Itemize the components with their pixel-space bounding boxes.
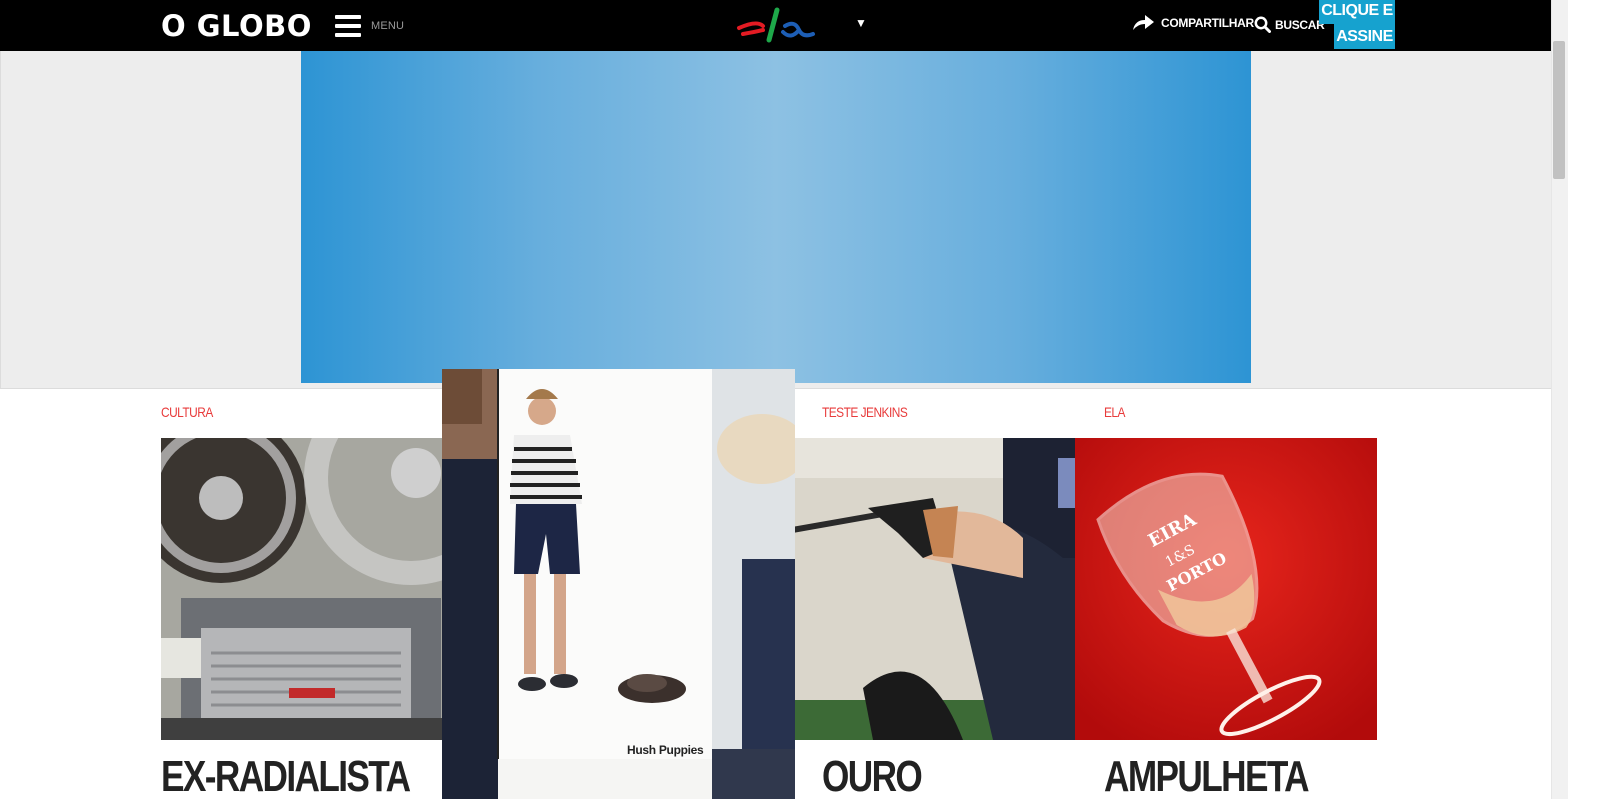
subscribe-line-1: CLIQUE E — [1319, 0, 1395, 24]
menu-button[interactable]: MENU — [335, 13, 404, 39]
search-label: BUSCAR — [1275, 17, 1325, 32]
subscribe-button[interactable]: CLIQUE E ASSINE — [1319, 0, 1395, 50]
share-button[interactable]: COMPARTILHAR — [1131, 14, 1254, 32]
article-headline[interactable]: AMPULHETA — [1104, 752, 1310, 799]
shooter-image[interactable] — [773, 438, 1075, 740]
article-section-label[interactable]: ELA — [1104, 404, 1125, 420]
site-logo[interactable]: O GLOBO — [161, 8, 312, 44]
hamburger-icon — [335, 15, 361, 37]
menu-label: MENU — [371, 20, 405, 32]
share-label: COMPARTILHAR — [1161, 16, 1254, 30]
article-headline[interactable]: OURO — [822, 752, 923, 799]
article-headline[interactable]: EX-RADIALISTA — [161, 752, 411, 799]
top-bar: O GLOBO MENU ▼ COMPARTILHAR BUSCAR CLIQU… — [0, 0, 1551, 51]
tape-recorder-image[interactable] — [161, 438, 463, 740]
article-section-label[interactable]: TESTE JENKINS — [822, 404, 908, 420]
search-button[interactable]: BUSCAR — [1254, 16, 1325, 33]
article-section-label[interactable]: CULTURA — [161, 404, 213, 420]
ela-section-logo[interactable] — [733, 4, 823, 46]
subscribe-line-2: ASSINE — [1334, 24, 1395, 49]
scrollbar-thumb[interactable] — [1553, 41, 1565, 179]
floating-ad[interactable]: Hush Puppies — [442, 369, 795, 799]
ad-banner[interactable] — [301, 51, 1251, 383]
wine-glass-image[interactable]: EIRA 1&S PORTO — [1075, 438, 1377, 740]
ad-brand-label: Hush Puppies — [627, 743, 704, 757]
search-icon — [1254, 16, 1271, 33]
section-dropdown-icon[interactable]: ▼ — [855, 16, 867, 30]
share-arrow-icon — [1133, 15, 1154, 30]
